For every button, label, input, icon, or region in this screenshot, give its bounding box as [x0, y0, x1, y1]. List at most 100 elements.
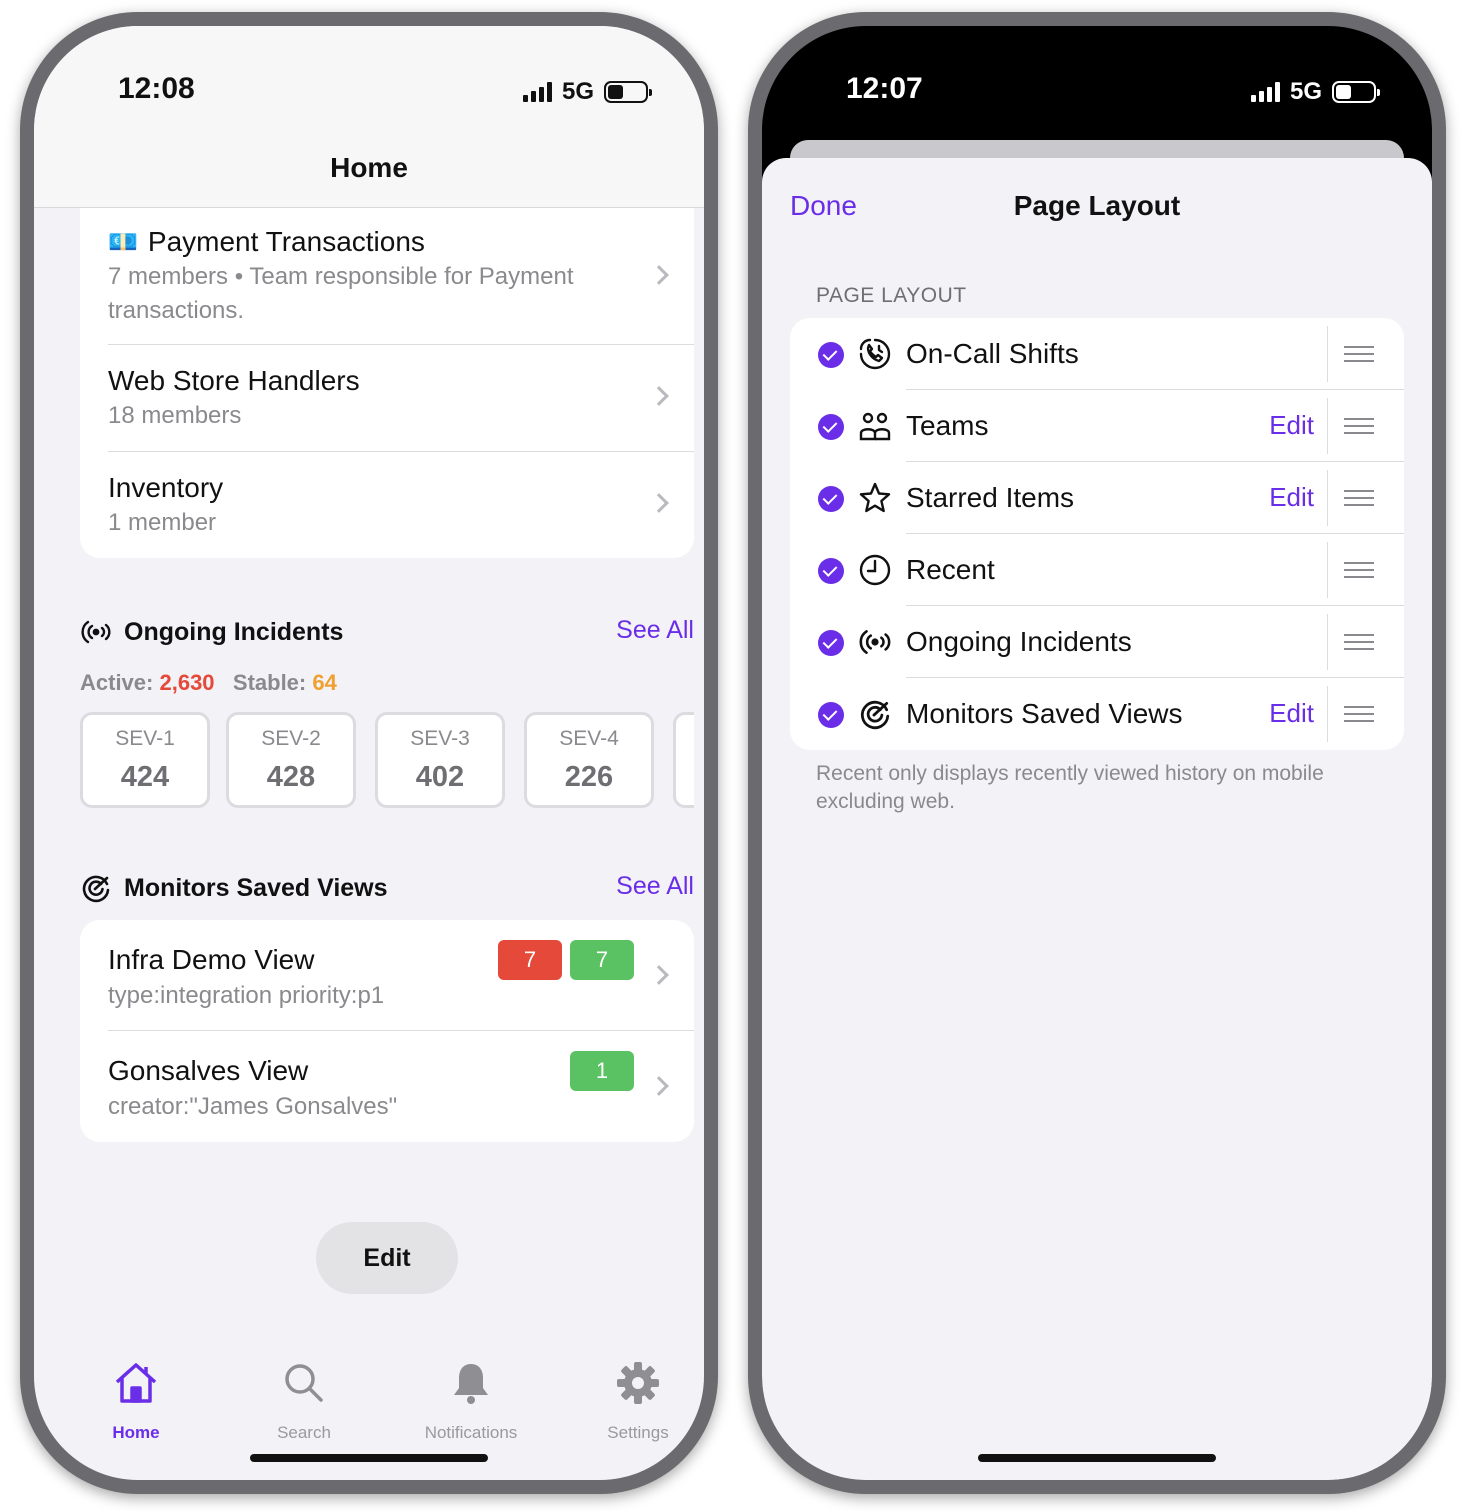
incidents-see-all-link[interactable]: See All: [616, 616, 694, 645]
item-name: Starred Items: [906, 482, 1075, 513]
status-bar: 12:07 5G: [762, 26, 1432, 126]
checkmark-icon[interactable]: [818, 342, 844, 368]
network-label: 5G: [1289, 78, 1322, 105]
saved-view-row[interactable]: Gonsalves View creator:"James Gonsalves"…: [80, 1031, 694, 1142]
sev-value: 402: [415, 761, 465, 793]
team-name: Payment Transactions: [147, 226, 425, 257]
badge-count: 7: [498, 940, 562, 980]
item-name: On-Call Shifts: [906, 338, 1079, 369]
drag-handle-icon[interactable]: [1344, 634, 1374, 650]
home-nav-bar: 12:08 5G Home: [34, 26, 704, 208]
layout-row-starred-items: Starred Items Edit: [790, 462, 1404, 534]
tab-search[interactable]: Search: [234, 1346, 374, 1443]
search-icon: [285, 1364, 323, 1402]
layout-row-on-call-shifts: On-Call Shifts: [790, 318, 1404, 390]
tab-label: Home: [112, 1423, 160, 1442]
monitor-icon: [860, 700, 890, 730]
teams-icon: [859, 412, 891, 441]
checkmark-icon[interactable]: [818, 630, 844, 656]
view-query: creator:"James Gonsalves": [108, 1093, 398, 1120]
chevron-right-icon: [649, 965, 669, 985]
signal-icon: [522, 82, 552, 102]
incidents-icon: [81, 620, 111, 644]
team-subtitle: 18 members: [108, 402, 242, 429]
star-icon: [859, 482, 891, 513]
battery-icon: [604, 81, 652, 103]
monitors-card: Infra Demo View type:integration priorit…: [80, 920, 694, 1142]
home-indicator: [250, 1454, 488, 1462]
drag-handle-icon[interactable]: [1344, 346, 1374, 362]
team-name: Web Store Handlers: [108, 365, 360, 396]
page-layout-screen: 12:07 5G Done Page Layout PAGE LAYOUT On…: [762, 26, 1432, 1480]
monitors-see-all-link[interactable]: See All: [616, 872, 694, 901]
teams-edit-link[interactable]: Edit: [1269, 410, 1314, 441]
checkmark-icon[interactable]: [818, 702, 844, 728]
sev-label: SEV-2: [261, 727, 321, 750]
chevron-right-icon: [649, 493, 669, 513]
checkmark-icon[interactable]: [818, 414, 844, 440]
incidents-header: Ongoing Incidents See All: [80, 614, 694, 654]
sev-value: 428: [266, 761, 316, 793]
item-name: Monitors Saved Views: [906, 698, 1183, 729]
tab-settings[interactable]: Settings: [568, 1346, 704, 1443]
chevron-right-icon: [649, 265, 669, 285]
sev-label: SEV-4: [559, 727, 619, 750]
tab-label: Search: [277, 1423, 331, 1442]
page-title: Home: [330, 152, 408, 183]
monitor-icon: [82, 875, 110, 903]
group-label: PAGE LAYOUT: [816, 284, 967, 307]
gear-icon: [617, 1362, 659, 1404]
section-title: Ongoing Incidents: [124, 618, 344, 646]
tab-home[interactable]: Home: [66, 1346, 206, 1443]
sev-card[interactable]: SEV-2 428: [226, 712, 356, 808]
checkmark-icon[interactable]: [818, 486, 844, 512]
drag-handle-icon[interactable]: [1344, 562, 1374, 578]
checkmark-icon[interactable]: [818, 558, 844, 584]
money-emoji-icon: 💶: [108, 228, 138, 256]
team-row-inventory[interactable]: Inventory 1 member: [80, 452, 694, 558]
incidents-icon: [859, 630, 891, 654]
section-title: Monitors Saved Views: [124, 874, 388, 902]
chevron-right-icon: [649, 386, 669, 406]
home-icon: [115, 1363, 157, 1403]
clock-icon: [859, 554, 891, 586]
starred-edit-link[interactable]: Edit: [1269, 482, 1314, 513]
bell-icon: [454, 1364, 488, 1404]
incident-counts: Active: 2,630 Stable: 64: [80, 670, 337, 696]
layout-row-teams: Teams Edit: [790, 390, 1404, 462]
view-query: type:integration priority:p1: [108, 982, 385, 1009]
sev-value: 424: [120, 761, 170, 793]
sev-card[interactable]: SEV-1 424: [80, 712, 210, 808]
layout-list: On-Call Shifts Teams Edit Starred Items …: [790, 318, 1404, 750]
status-time: 12:08: [118, 72, 195, 105]
stable-label: Stable:: [232, 670, 307, 695]
item-name: Teams: [906, 410, 989, 441]
chevron-right-icon: [649, 1076, 669, 1096]
view-name: Infra Demo View: [108, 944, 315, 975]
item-name: Recent: [906, 554, 995, 585]
team-row-payment[interactable]: 💶 Payment Transactions 7 members • Team …: [80, 208, 694, 344]
sev-card[interactable]: SEV-4 226: [524, 712, 654, 808]
sheet-title: Page Layout: [1013, 190, 1181, 221]
team-row-web-store[interactable]: Web Store Handlers 18 members: [80, 345, 694, 451]
signal-icon: [1250, 82, 1280, 102]
layout-row-monitors-saved-views: Monitors Saved Views Edit: [790, 678, 1404, 750]
sev-value: 226: [564, 761, 614, 793]
saved-view-row[interactable]: Infra Demo View type:integration priorit…: [80, 920, 694, 1030]
on-call-icon: [859, 338, 891, 370]
status-time: 12:07: [846, 72, 923, 105]
edit-layout-button[interactable]: Edit: [316, 1222, 458, 1294]
monitors-header: Monitors Saved Views See All: [80, 870, 694, 910]
drag-handle-icon[interactable]: [1344, 490, 1374, 506]
status-bar: 12:08 5G: [34, 26, 704, 126]
sev-card[interactable]: SEV-3 402: [375, 712, 505, 808]
active-label: Active:: [80, 670, 154, 695]
drag-handle-icon[interactable]: [1344, 418, 1374, 434]
drag-handle-icon[interactable]: [1344, 706, 1374, 722]
tab-notifications[interactable]: Notifications: [401, 1346, 541, 1443]
item-name: Ongoing Incidents: [906, 626, 1132, 657]
page-layout-sheet: Done Page Layout PAGE LAYOUT On-Call Shi…: [762, 158, 1432, 1480]
monitors-edit-link[interactable]: Edit: [1269, 698, 1314, 729]
sev-card-partial[interactable]: [673, 712, 694, 808]
home-indicator: [978, 1454, 1216, 1462]
